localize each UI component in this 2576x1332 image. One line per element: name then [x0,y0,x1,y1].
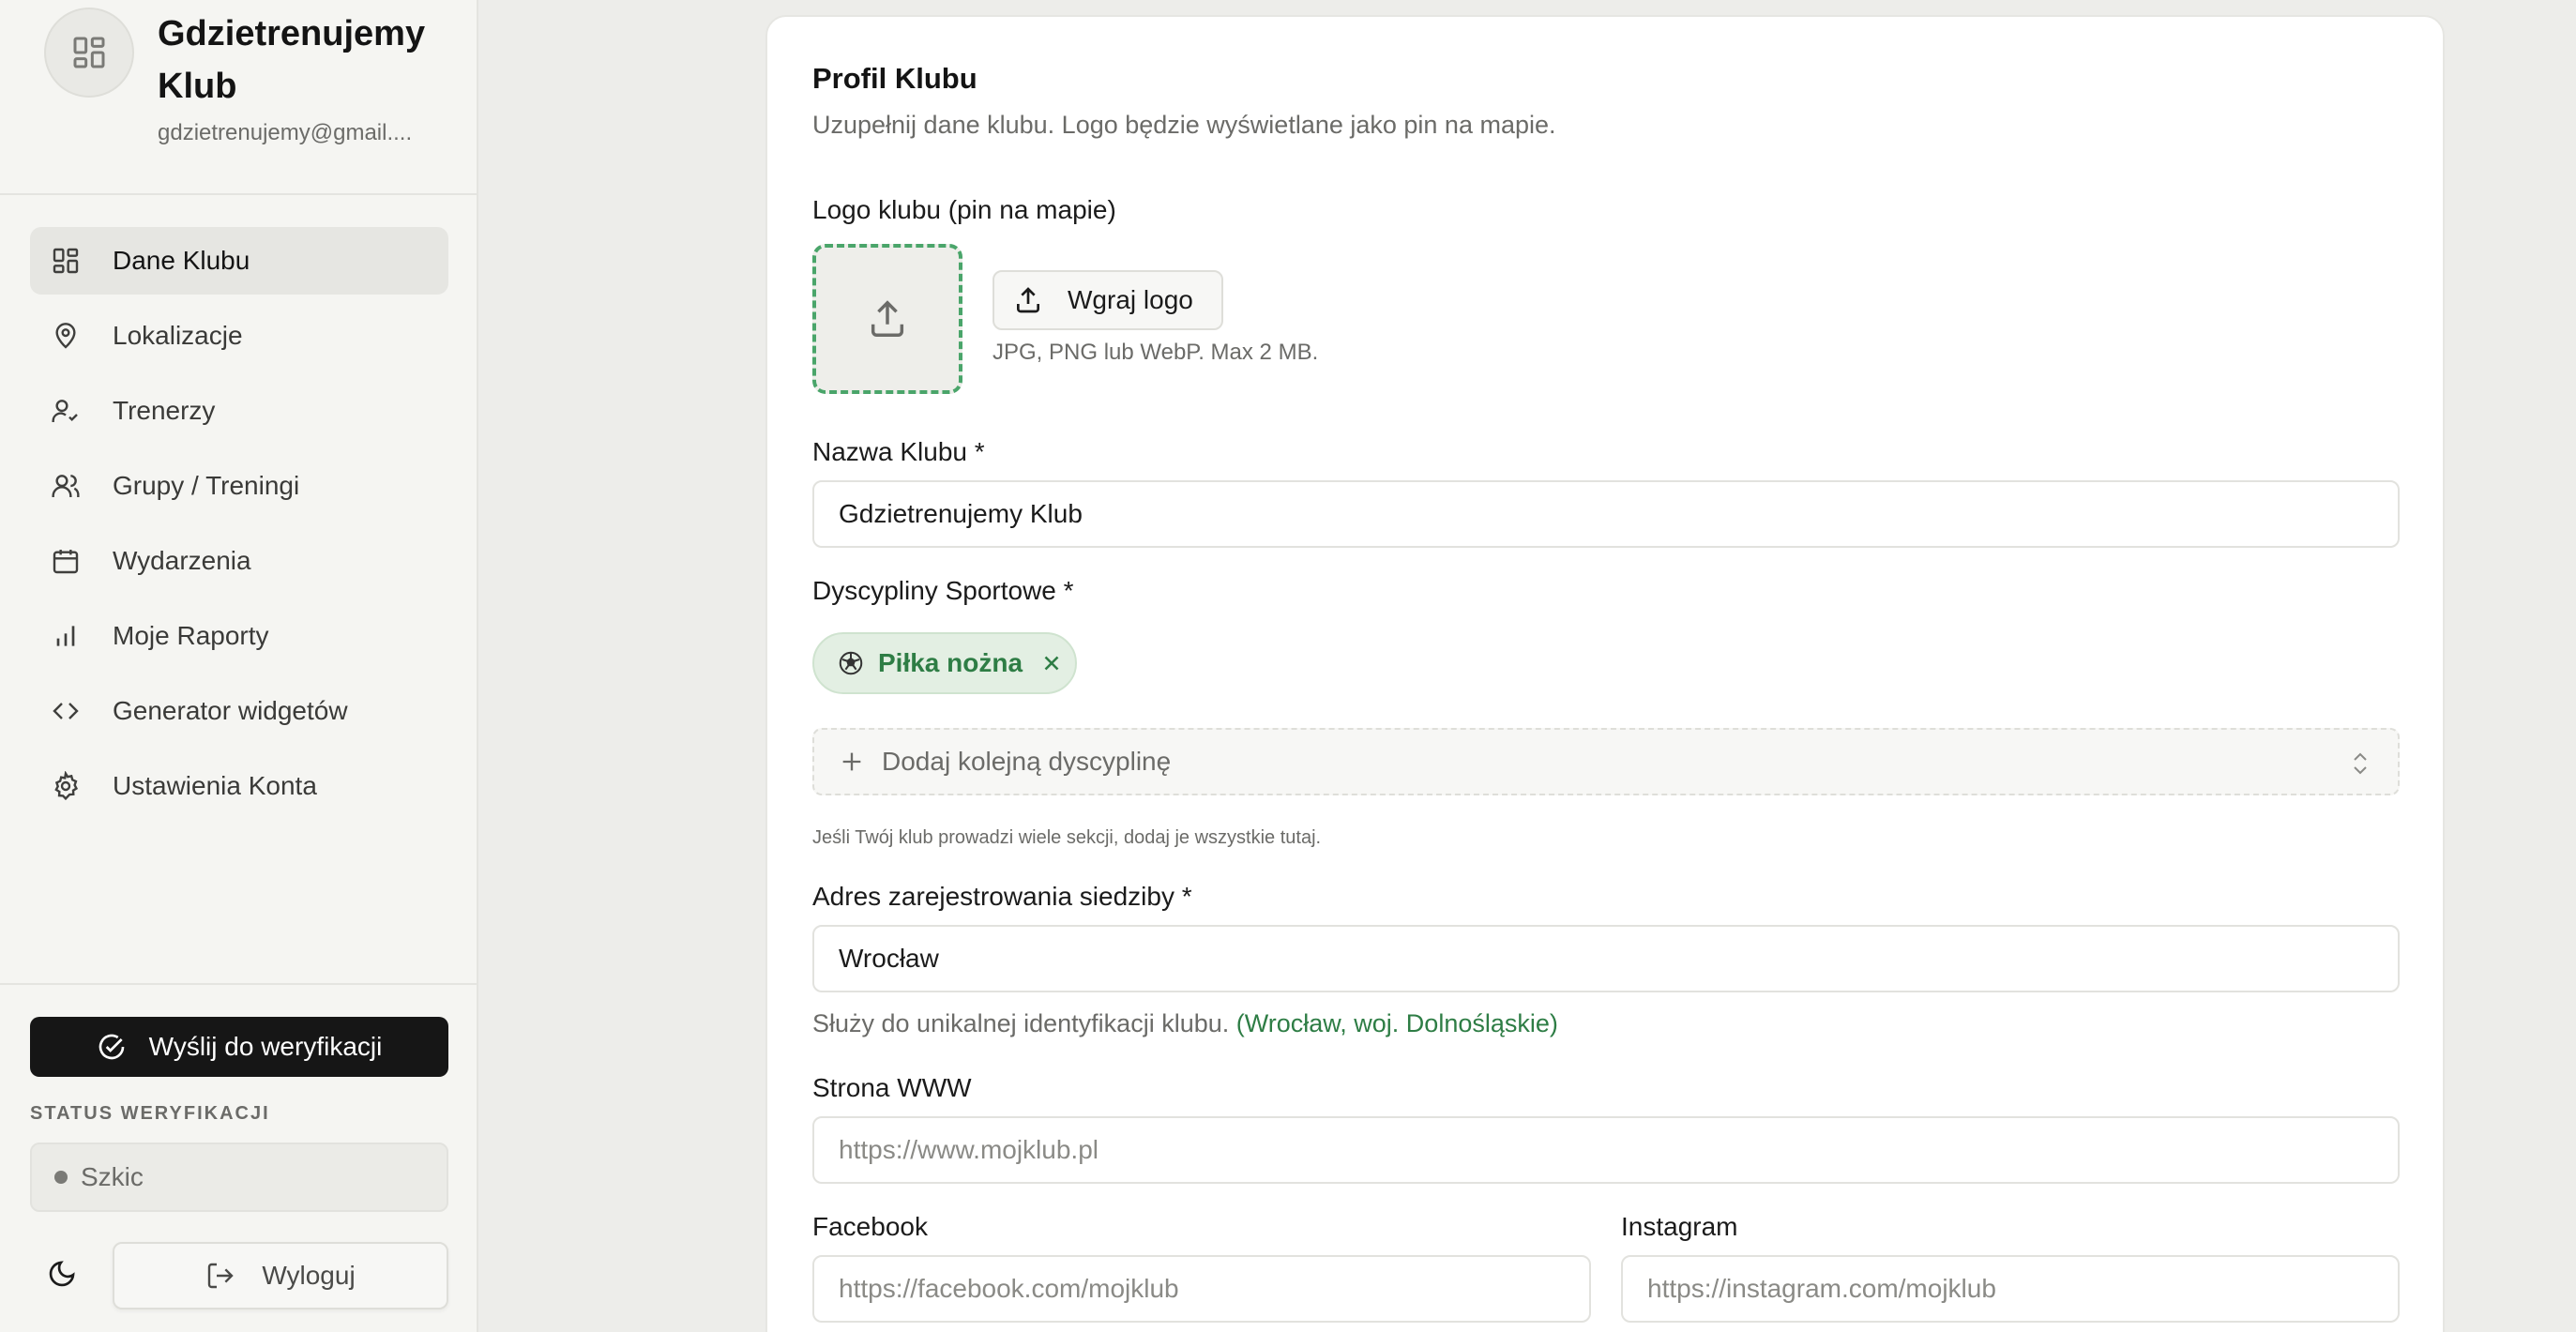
address-input[interactable]: Wrocław [812,925,2400,992]
club-name-input[interactable]: Gdzietrenujemy Klub [812,480,2400,548]
logo-label: Logo klubu (pin na mapie) [812,195,1116,224]
dashboard-icon [53,248,79,274]
add-discipline-placeholder: Dodaj kolejną dyscyplinę [882,747,1172,776]
sidebar-item-label: Trenerzy [113,396,216,425]
sidebar-item-dane-klubu[interactable]: Dane Klubu [30,227,448,295]
sidebar-item-label: Ustawienia Konta [113,771,317,800]
instagram-input[interactable]: https://instagram.com/mojklub [1621,1255,2400,1323]
address-hint: Służy do unikalnej identyfikacji klubu. … [812,1009,1558,1038]
disciplines-hint: Jeśli Twój klub prowadzi wiele sekcji, d… [812,827,1322,848]
instagram-label: Instagram [1621,1212,1738,1241]
remove-chip-icon[interactable] [1039,651,1064,675]
upload-button-label: Wgraj logo [1068,285,1193,314]
logout-button[interactable]: Wyloguj [113,1242,448,1309]
address-label: Adres zarejestrowania siedziby * [812,882,1192,911]
sidebar-item-ustawienia-konta[interactable]: Ustawienia Konta [30,752,448,820]
soccer-ball-icon [839,651,863,675]
address-hint-text: Służy do unikalnej identyfikacji klubu. [812,1009,1230,1037]
users-icon [52,475,80,497]
sidebar-item-grupy-treningi[interactable]: Grupy / Treningi [30,452,448,520]
page-subtitle: Uzupełnij dane klubu. Logo będzie wyświe… [812,111,1556,139]
map-pin-icon [55,323,76,349]
sidebar-item-label: Moje Raporty [113,621,269,650]
sidebar-item-label: Generator widgetów [113,696,348,725]
logo-dropzone[interactable] [812,244,962,394]
website-input[interactable]: https://www.mojklub.pl [812,1116,2400,1184]
calendar-icon [53,550,79,574]
bar-chart-icon [56,626,75,646]
upload-logo-button[interactable]: Wgraj logo [993,270,1223,330]
sidebar-item-moje-raporty[interactable]: Moje Raporty [30,602,448,670]
avatar[interactable] [44,8,134,98]
sidebar-item-label: Grupy / Treningi [113,471,300,500]
upload-hint: JPG, PNG lub WebP. Max 2 MB. [993,340,1319,365]
logout-icon [208,1263,235,1289]
moon-icon[interactable] [47,1259,77,1289]
chevron-updown-icon [2354,752,2367,775]
club-name-label: Nazwa Klubu * [812,437,985,466]
verification-status-label: STATUS WERYFIKACJI [30,1103,270,1124]
address-geo-match: (Wrocław, woj. Dolnośląskie) [1235,1009,1558,1037]
logout-label: Wyloguj [262,1261,356,1290]
code-icon [53,703,79,719]
club-profile-header: Gdzietrenujemy Klub gdzietrenujemy@gmail… [0,0,478,195]
club-profile-card: Profil Klubu Uzupełnij dane klubu. Logo … [765,15,2445,1332]
gear-icon [54,771,79,801]
sidebar-nav: Dane Klubu Lokalizacje Trenerzy Grupy / … [30,227,448,827]
status-dot [54,1171,68,1184]
club-name: Gdzietrenujemy Klub [158,14,426,106]
facebook-input[interactable]: https://facebook.com/mojklub [812,1255,1591,1323]
user-check-icon [52,400,78,422]
upload-icon [871,300,904,337]
verify-button-label: Wyślij do weryfikacji [148,1032,383,1061]
dashboard-icon [73,37,105,68]
discipline-chip-label: Piłka nożna [878,648,1023,677]
status-badge: Szkic [30,1143,448,1212]
sidebar-item-label: Dane Klubu [113,246,250,275]
send-for-verification-button[interactable]: Wyślij do weryfikacji [30,1017,448,1077]
add-discipline-select[interactable]: Dodaj kolejną dyscyplinę [812,728,2400,795]
sidebar-item-generator-widgetow[interactable]: Generator widgetów [30,677,448,745]
status-value: Szkic [81,1162,144,1191]
sidebar-footer: Wyślij do weryfikacji STATUS WERYFIKACJI… [0,983,478,1332]
website-label: Strona WWW [812,1073,972,1102]
facebook-label: Facebook [812,1212,928,1241]
sidebar-item-label: Lokalizacje [113,321,243,350]
check-circle-icon [98,1034,124,1060]
discipline-chip: Piłka nożna [812,632,1077,694]
upload-icon [1017,287,1039,313]
sidebar: Gdzietrenujemy Klub gdzietrenujemy@gmail… [0,0,478,1332]
sidebar-item-trenerzy[interactable]: Trenerzy [30,377,448,445]
disciplines-label: Dyscypliny Sportowe * [812,576,1074,605]
club-email: gdzietrenujemy@gmail.... [158,120,413,145]
page-title: Profil Klubu [812,62,977,95]
sidebar-item-wydarzenia[interactable]: Wydarzenia [30,527,448,595]
sidebar-item-label: Wydarzenia [113,546,251,575]
sidebar-item-lokalizacje[interactable]: Lokalizacje [30,302,448,370]
plus-icon [842,752,861,771]
